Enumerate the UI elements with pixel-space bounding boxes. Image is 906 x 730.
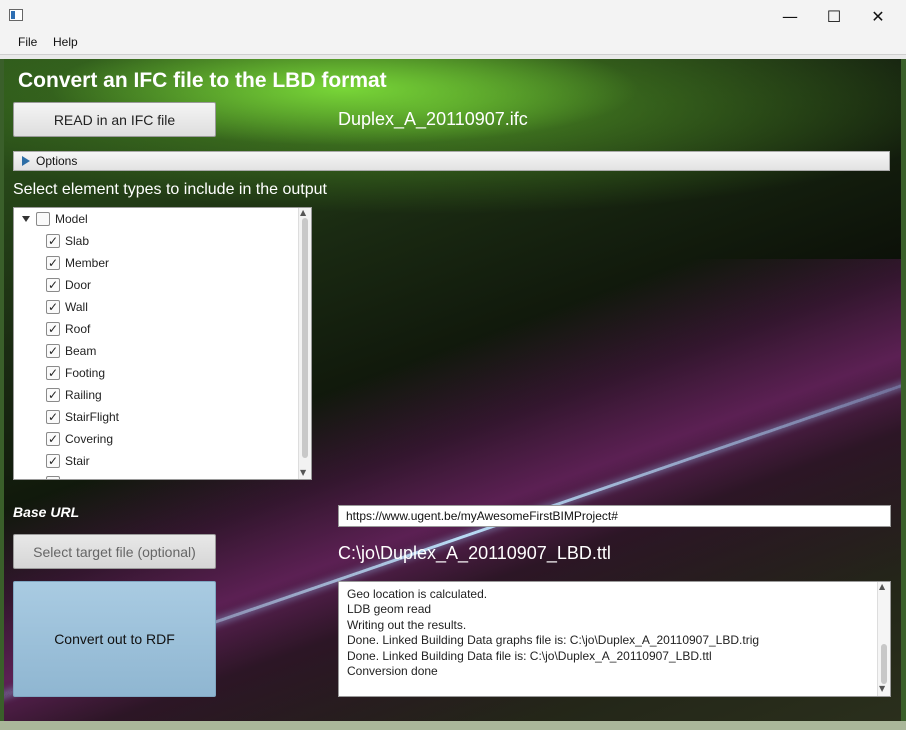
options-expander[interactable]: Options <box>13 151 890 171</box>
checkbox-checked[interactable]: ✓ <box>46 410 60 424</box>
read-ifc-button[interactable]: READ in an IFC file <box>13 102 216 137</box>
base-url-label: Base URL <box>13 504 80 520</box>
tree-item[interactable]: ✓ Member <box>46 252 109 274</box>
tree-root-label: Model <box>55 212 88 226</box>
tree-item[interactable]: ✓ Wall <box>46 296 88 318</box>
checkbox-checked[interactable] <box>46 476 60 479</box>
tree-item[interactable]: ✓ Door <box>46 274 91 296</box>
tree-item[interactable]: ✓ Beam <box>46 340 96 362</box>
checkbox-checked[interactable]: ✓ <box>46 278 60 292</box>
input-filename: Duplex_A_20110907.ifc <box>338 109 528 129</box>
app-icon <box>9 9 23 21</box>
page-title: Convert an IFC file to the LBD format <box>18 69 387 92</box>
window-bottom-edge <box>0 721 906 730</box>
tree-item[interactable]: ✓ Slab <box>46 230 89 252</box>
tree-item[interactable]: ✓ Footing <box>46 362 105 384</box>
tree-item-label: Slab <box>65 234 90 248</box>
checkbox-checked[interactable]: ✓ <box>46 344 60 358</box>
target-filename: C:\jo\Duplex_A_20110907_LBD.ttl <box>338 543 611 563</box>
convert-button[interactable]: Convert out to RDF <box>13 581 216 697</box>
tree-item-label: Wall <box>65 300 88 314</box>
tree-item[interactable]: ✓ Railing <box>46 384 102 406</box>
maximize-button[interactable]: ☐ <box>812 0 856 32</box>
select-elements-label: Select element types to include in the o… <box>13 181 327 198</box>
log-line: Done. Linked Building Data file is: C:\j… <box>347 649 712 663</box>
tree-item[interactable]: ✓ StairFlight <box>46 406 119 428</box>
title-bar: — ☐ ✕ <box>0 0 906 32</box>
scroll-down-icon[interactable]: ▼ <box>300 468 306 477</box>
tree-item[interactable]: ✓ Covering <box>46 428 113 450</box>
log-line: LDB geom read <box>347 602 432 616</box>
scroll-up-icon[interactable]: ▲ <box>879 582 885 591</box>
element-type-tree[interactable]: Model ✓ Slab ✓ Member ✓ Door ✓ Wall ✓ Roof ✓ B… <box>13 207 312 480</box>
expand-arrow-icon <box>22 156 30 166</box>
tree-item[interactable]: ✓ Stair <box>46 450 90 472</box>
log-line: Writing out the results. <box>347 618 467 632</box>
log-scrollbar[interactable]: ▲ ▼ <box>877 582 890 696</box>
checkbox-checked[interactable]: ✓ <box>46 256 60 270</box>
model-checkbox[interactable] <box>36 212 50 226</box>
scroll-down-icon[interactable]: ▼ <box>879 684 885 693</box>
maximize-icon: ☐ <box>826 6 842 26</box>
tree-item-label: Member <box>65 256 110 270</box>
tree-item-label: Railing <box>65 388 102 402</box>
checkbox-checked[interactable]: ✓ <box>46 388 60 402</box>
minimize-icon: — <box>782 6 798 26</box>
checkbox-checked[interactable]: ✓ <box>46 234 60 248</box>
tree-item-partial[interactable] <box>46 472 65 479</box>
read-ifc-button-label: READ in an IFC file <box>53 111 176 128</box>
menu-bar: File Help <box>0 32 906 55</box>
main-content: Convert an IFC file to the LBD format RE… <box>4 59 901 721</box>
checkbox-checked[interactable]: ✓ <box>46 300 60 314</box>
tree-item-label: Stair <box>65 454 90 468</box>
tree-item-label: Roof <box>65 322 91 336</box>
collapse-arrow-icon[interactable] <box>22 216 30 222</box>
log-line: Geo location is calculated. <box>347 587 488 601</box>
log-output[interactable]: Geo location is calculated. LDB geom rea… <box>338 581 891 697</box>
tree-item-label: Covering <box>65 432 114 446</box>
tree-root-row[interactable]: Model <box>22 208 88 230</box>
options-label: Options <box>36 154 78 168</box>
log-line: Done. Linked Building Data graphs file i… <box>347 633 760 647</box>
tree-item-label: Beam <box>65 344 97 358</box>
scrollbar-thumb[interactable] <box>302 218 308 458</box>
checkbox-checked[interactable]: ✓ <box>46 366 60 380</box>
tree-scrollbar[interactable]: ▲ ▼ <box>298 208 311 479</box>
base-url-input[interactable] <box>338 505 891 527</box>
tree-item-label: Door <box>65 278 92 292</box>
close-button[interactable]: ✕ <box>856 0 900 32</box>
scrollbar-thumb[interactable] <box>881 644 887 684</box>
menu-file[interactable]: File <box>18 35 37 49</box>
tree-item-label: Footing <box>65 366 106 380</box>
checkbox-checked[interactable]: ✓ <box>46 454 60 468</box>
checkbox-checked[interactable]: ✓ <box>46 322 60 336</box>
select-target-button[interactable]: Select target file (optional) <box>13 534 216 569</box>
checkbox-checked[interactable]: ✓ <box>46 432 60 446</box>
close-icon: ✕ <box>871 6 885 26</box>
scroll-up-icon[interactable]: ▲ <box>300 208 306 217</box>
log-line: Conversion done <box>347 664 438 678</box>
tree-item-label: StairFlight <box>65 410 120 424</box>
convert-button-label: Convert out to RDF <box>54 631 175 647</box>
minimize-button[interactable]: — <box>768 0 812 32</box>
menu-help[interactable]: Help <box>53 35 78 49</box>
select-target-button-label: Select target file (optional) <box>33 543 196 560</box>
tree-item[interactable]: ✓ Roof <box>46 318 90 340</box>
